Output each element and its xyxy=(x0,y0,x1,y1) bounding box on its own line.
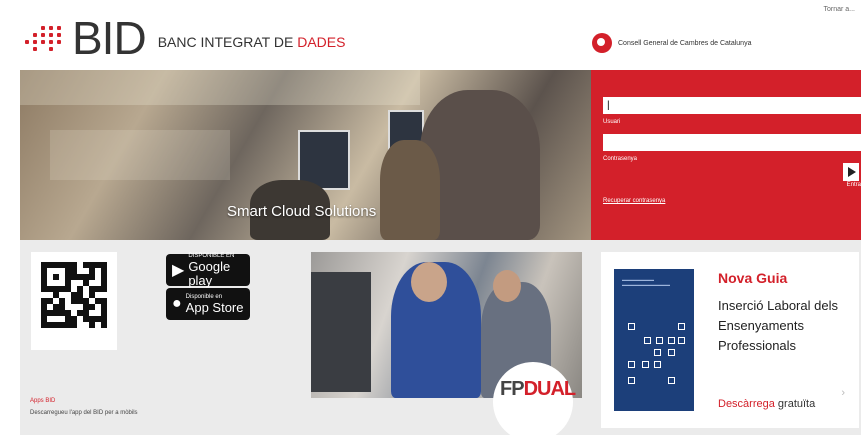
username-label: Usuari xyxy=(603,119,621,125)
login-submit-label: Entra xyxy=(846,182,861,188)
partner-logo[interactable]: Consell General de Cambres de Catalunya xyxy=(592,33,751,53)
qr-code-icon xyxy=(31,252,117,350)
guide-cover-text: ▬▬▬▬▬▬▬▬ ▬▬▬▬▬▬▬▬▬▬▬▬ xyxy=(622,277,670,287)
guide-label: Nova Guia xyxy=(718,270,788,286)
logo-wordmark: BID xyxy=(72,12,147,64)
cover-square xyxy=(642,361,649,368)
top-right-link[interactable]: Tornar a... xyxy=(823,6,855,13)
chevron-right-icon[interactable]: › xyxy=(841,387,845,399)
cover-square xyxy=(628,377,635,384)
hero-window xyxy=(20,70,420,105)
fp-teacher-face xyxy=(493,270,521,302)
org-name: BANC INTEGRAT DE DADES xyxy=(157,34,346,50)
cover-square xyxy=(668,349,675,356)
cover-square xyxy=(654,361,661,368)
forgot-password-link[interactable]: Recuperar contrasenya xyxy=(603,198,665,204)
cover-square xyxy=(654,349,661,356)
apps-title: Apps BID xyxy=(30,398,56,404)
password-input[interactable] xyxy=(603,134,861,151)
fp-monitor xyxy=(311,272,371,392)
hero-banner: Smart Cloud Solutions xyxy=(20,70,591,240)
guide-cover: ▬▬▬▬▬▬▬▬ ▬▬▬▬▬▬▬▬▬▬▬▬ xyxy=(614,269,694,411)
cover-square xyxy=(628,323,635,330)
guide-card[interactable]: ▬▬▬▬▬▬▬▬ ▬▬▬▬▬▬▬▬▬▬▬▬ Nova Guia Inserció … xyxy=(601,252,859,428)
logo-dots-icon xyxy=(25,25,62,51)
apple-icon: ● xyxy=(172,295,182,312)
app-store-button[interactable]: ● Disponible en App Store xyxy=(166,288,250,320)
google-play-label: Google play xyxy=(188,258,231,288)
app-store-label: App Store xyxy=(185,299,244,315)
login-submit-button[interactable] xyxy=(843,163,859,181)
guide-download-link[interactable]: Descàrrega gratuïta xyxy=(718,398,815,410)
bid-logo[interactable]: BID BANC INTEGRAT DE DADES xyxy=(25,12,346,64)
hero-window xyxy=(50,130,230,180)
cover-square xyxy=(628,361,635,368)
hero-caption: Smart Cloud Solutions xyxy=(227,203,377,220)
password-label: Contrasenya xyxy=(603,156,638,162)
bottom-panel: ▶ DISPONIBLE EN Google play ● Disponible … xyxy=(20,240,861,435)
cover-square xyxy=(656,337,663,344)
cover-square xyxy=(668,377,675,384)
cover-square xyxy=(668,337,675,344)
fp-student-face xyxy=(411,262,447,302)
google-play-button[interactable]: ▶ DISPONIBLE EN Google play xyxy=(166,253,250,288)
login-panel: Usuari Contrasenya Recuperar contrasenya… xyxy=(591,70,861,240)
fp-dual-logo: FPDUAL xyxy=(500,378,576,400)
partner-name: Consell General de Cambres de Catalunya xyxy=(618,39,752,47)
play-store-icon: ▶ xyxy=(172,262,185,279)
chamber-logo-icon xyxy=(592,33,612,53)
guide-title: Inserció Laboral dels Ensenyaments Profe… xyxy=(718,298,838,353)
hero-person xyxy=(380,140,440,240)
cover-square xyxy=(678,323,685,330)
cover-square xyxy=(678,337,685,344)
cover-square xyxy=(644,337,651,344)
page: Tornar a... BID BANC INTEGRAT DE DADES C… xyxy=(0,0,861,435)
apps-description: Descarregueu l'app del BID per a mòbils xyxy=(30,410,138,416)
username-input[interactable] xyxy=(603,97,861,114)
